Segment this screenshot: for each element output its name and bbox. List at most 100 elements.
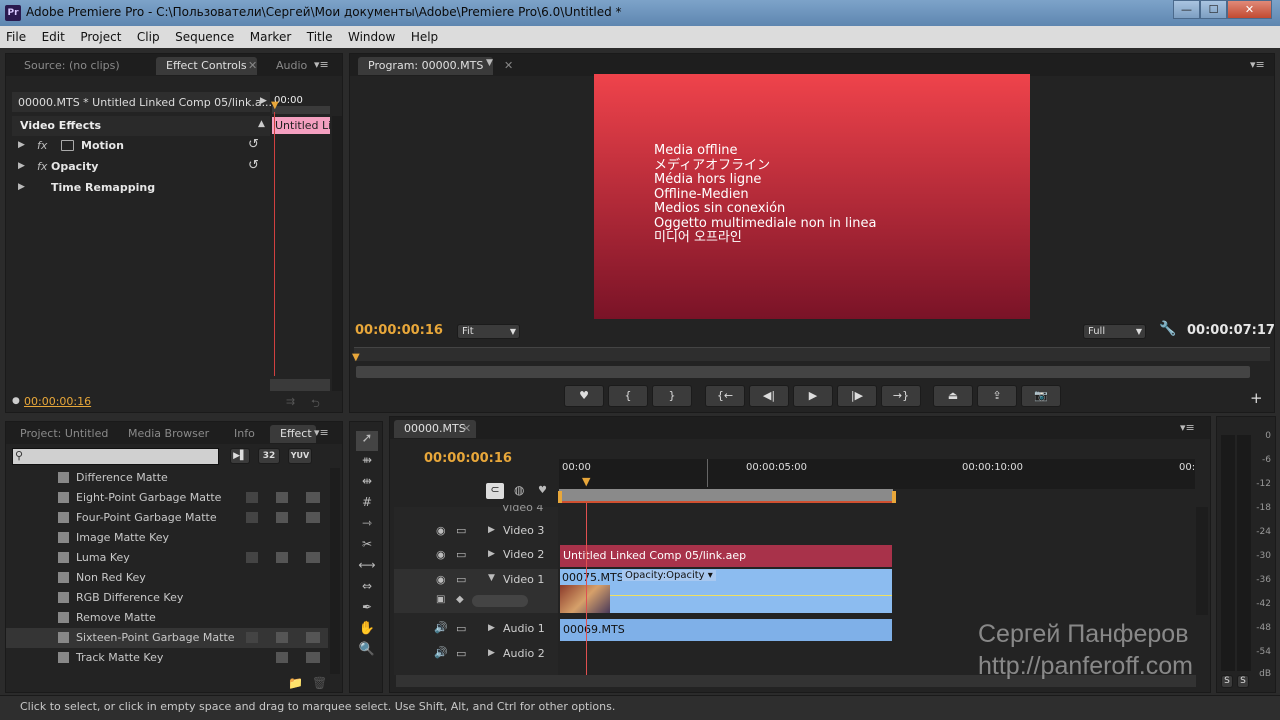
menu-edit[interactable]: Edit <box>36 26 71 44</box>
film-icon[interactable]: ▭ <box>456 622 466 635</box>
speaker-icon[interactable]: 🔊 <box>434 621 448 634</box>
loop-icon[interactable]: ⮌ <box>311 395 320 414</box>
timeline-marker-icon[interactable]: ♥ <box>538 485 547 496</box>
play-button[interactable]: ▶ <box>793 385 833 407</box>
dropdown-arrow-icon[interactable]: ▼ <box>486 58 493 68</box>
program-timecode-current[interactable]: 00:00:00:16 <box>355 323 443 338</box>
twirl-arrow-icon[interactable]: ▼ <box>488 573 495 583</box>
video1-clip[interactable]: 00075.MTS Opacity:Opacity ▾ <box>560 569 892 613</box>
expand-arrow-icon[interactable]: ▶ <box>260 96 267 106</box>
eye-icon[interactable]: ◉ <box>436 524 446 537</box>
list-item[interactable]: Non Red Key <box>6 568 328 588</box>
effect-clip-bar[interactable]: Untitled Li <box>272 117 330 134</box>
effects-search-input[interactable]: ⚲ <box>12 448 219 465</box>
keyframe-icon[interactable]: ◆ <box>456 594 464 605</box>
list-item-selected[interactable]: Sixteen-Point Garbage Matte <box>6 628 328 648</box>
list-item[interactable]: Image Matte Key <box>6 528 328 548</box>
close-tab-icon[interactable]: ✕ <box>462 422 471 435</box>
list-item[interactable]: Track Matte Key <box>6 648 328 668</box>
solo-left-button[interactable]: S <box>1221 675 1233 688</box>
close-tab-icon[interactable]: ✕ <box>504 59 513 72</box>
twirl-arrow-icon[interactable]: ▶ <box>18 140 25 150</box>
opacity-rubber-band[interactable] <box>610 595 892 596</box>
reset-icon[interactable]: ↺ <box>248 137 259 152</box>
close-button[interactable]: ✕ <box>1227 0 1272 19</box>
list-item[interactable]: Difference Matte <box>6 468 328 488</box>
linked-comp-clip[interactable]: Untitled Linked Comp 05/link.aep <box>560 545 892 567</box>
slide-tool-icon[interactable]: ⇔ <box>356 579 378 599</box>
export-frame-icon[interactable]: ⇉ <box>286 395 295 408</box>
lift-button[interactable]: ⏏ <box>933 385 973 407</box>
menu-sequence[interactable]: Sequence <box>169 26 240 44</box>
list-item[interactable]: Four-Point Garbage Matte <box>6 508 328 528</box>
film-icon[interactable]: ▭ <box>456 573 466 586</box>
program-zoom-scrollbar[interactable] <box>356 366 1250 378</box>
film-icon[interactable]: ▭ <box>456 524 466 537</box>
delete-icon[interactable]: 🗑 <box>312 676 327 690</box>
collapse-arrow-icon[interactable]: ▲ <box>258 119 265 129</box>
film-icon[interactable]: ▭ <box>456 548 466 561</box>
video-tracks-scrollbar[interactable] <box>1196 507 1208 615</box>
twirl-arrow-icon[interactable]: ▶ <box>488 525 495 535</box>
mark-out-button[interactable]: } <box>652 385 692 407</box>
reset-icon[interactable]: ↺ <box>248 158 259 173</box>
work-area-start-handle[interactable] <box>558 491 562 503</box>
playback-resolution-select[interactable]: Full ▼ <box>1083 324 1146 339</box>
menu-help[interactable]: Help <box>405 26 444 44</box>
wrench-icon[interactable]: 🔧 <box>1159 321 1176 337</box>
effect-row-opacity[interactable]: ▶ fx Opacity ↺ <box>6 157 336 177</box>
add-button-icon[interactable]: + <box>1250 389 1263 407</box>
timeline-timecode[interactable]: 00:00:00:16 <box>424 451 512 466</box>
step-back-button[interactable]: ◀| <box>749 385 789 407</box>
list-item[interactable]: Luma Key <box>6 548 328 568</box>
export-frame-button[interactable]: 📷 <box>1021 385 1061 407</box>
effect-controls-timecode[interactable]: 00:00:00:16 <box>24 395 91 408</box>
ripple-edit-tool-icon[interactable]: ⇹ <box>356 474 378 494</box>
fx-icon[interactable]: fx <box>37 139 47 152</box>
work-area-bar[interactable] <box>559 489 893 503</box>
list-item[interactable]: Eight-Point Garbage Matte <box>6 488 328 508</box>
clip-fx-badge[interactable]: Opacity:Opacity ▾ <box>622 570 716 581</box>
twirl-arrow-icon[interactable]: ▶ <box>488 648 495 658</box>
twirl-arrow-icon[interactable]: ▶ <box>18 161 25 171</box>
step-forward-button[interactable]: |▶ <box>837 385 877 407</box>
twirl-arrow-icon[interactable]: ▶ <box>488 549 495 559</box>
menu-project[interactable]: Project <box>74 26 127 44</box>
link-toggle-icon[interactable]: ◍ <box>514 483 524 497</box>
solo-right-button[interactable]: S <box>1237 675 1249 688</box>
playhead-marker-icon[interactable]: ▼ <box>271 100 281 112</box>
display-style-icon[interactable]: ▣ <box>436 594 445 605</box>
panel-menu-icon[interactable]: ▾≡ <box>314 426 329 439</box>
pen-tool-icon[interactable]: ✒ <box>356 600 378 620</box>
program-playhead-icon[interactable]: ▼ <box>352 352 360 363</box>
tab-project[interactable]: Project: Untitled <box>10 425 118 443</box>
tab-source[interactable]: Source: (no clips) <box>14 57 130 75</box>
twirl-arrow-icon[interactable]: ▶ <box>488 623 495 633</box>
panel-menu-icon[interactable]: ▾≡ <box>314 58 329 71</box>
zoom-tool-icon[interactable]: 🔍 <box>356 642 378 662</box>
program-mini-ruler[interactable] <box>354 347 1270 361</box>
panel-menu-icon[interactable]: ▾≡ <box>1180 421 1195 434</box>
vertical-scrollbar[interactable] <box>332 116 342 391</box>
twirl-arrow-icon[interactable]: ▶ <box>18 182 25 192</box>
accelerated-effects-button[interactable]: ▶▌ <box>230 448 250 464</box>
maximize-button[interactable]: ☐ <box>1200 0 1227 19</box>
add-marker-button[interactable]: ♥ <box>564 385 604 407</box>
eye-icon[interactable]: ◉ <box>436 548 446 561</box>
menu-window[interactable]: Window <box>342 26 401 44</box>
mark-in-button[interactable]: { <box>608 385 648 407</box>
tab-effects[interactable]: Effect <box>270 425 316 443</box>
hand-tool-icon[interactable]: ✋ <box>356 621 378 641</box>
speaker-icon[interactable]: 🔊 <box>434 646 448 659</box>
tab-audio[interactable]: Audio <box>266 57 317 75</box>
eye-icon[interactable]: ◉ <box>436 573 446 586</box>
panel-menu-icon[interactable]: ▾≡ <box>1250 58 1265 71</box>
timeline-playhead-icon[interactable]: ▼ <box>582 475 590 488</box>
audio1-clip[interactable]: 00069.MTS <box>560 619 892 641</box>
go-to-in-button[interactable]: {← <box>705 385 745 407</box>
effects-list-scrollbar[interactable] <box>330 468 340 674</box>
fx-icon[interactable]: fx <box>37 160 47 173</box>
tab-effect-controls[interactable]: Effect Controls <box>156 57 257 75</box>
close-tab-icon[interactable]: ✕ <box>248 59 257 72</box>
effect-row-time-remapping[interactable]: ▶ Time Remapping <box>6 178 336 198</box>
